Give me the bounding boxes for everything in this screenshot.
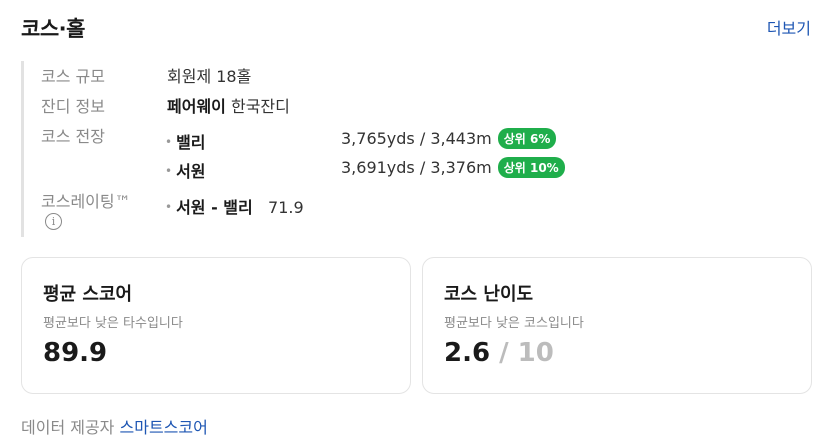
course-rating-label: 코스레이팅™ <box>41 192 131 211</box>
bullet-icon: • <box>165 164 173 178</box>
rating-value: 71.9 <box>268 198 304 217</box>
course-yardage: 3,691yds / 3,376m 상위 10% <box>341 157 565 179</box>
course-name: 서원 <box>176 162 206 181</box>
course-info-list: 코스 규모 회원제 18홀 잔디 정보 페어웨이 한국잔디 코스 전장 • 밸리 … <box>21 61 581 237</box>
card-title: 평균 스코어 <box>43 284 133 305</box>
yardage-text: 3,765yds / 3,443m <box>341 129 492 148</box>
info-icon[interactable]: i <box>45 213 62 230</box>
data-provider-footer: 데이터 제공자 스마트스코어 <box>21 414 208 438</box>
yardage-text: 3,691yds / 3,376m <box>341 158 492 177</box>
grass-info-label: 잔디 정보 <box>41 97 105 116</box>
course-length-label: 코스 전장 <box>41 127 105 146</box>
card-subtitle: 평균보다 낮은 코스입니다 <box>444 316 584 331</box>
difficulty-card: 코스 난이도 평균보다 낮은 코스입니다 2.6 / 10 <box>422 257 812 394</box>
avg-score-card: 평균 스코어 평균보다 낮은 타수입니다 89.9 <box>21 257 411 394</box>
card-subtitle: 평균보다 낮은 타수입니다 <box>43 316 183 331</box>
difficulty-max: / 10 <box>499 338 554 368</box>
rating-course-name: 서원 - 밸리 <box>176 198 253 217</box>
course-yardage: 3,765yds / 3,443m 상위 6% <box>341 128 557 150</box>
difficulty-score: 2.6 <box>444 338 491 368</box>
section-title: 코스·홀 <box>21 17 85 41</box>
provider-link[interactable]: 스마트스코어 <box>120 418 208 437</box>
card-title: 코스 난이도 <box>444 284 534 305</box>
avg-score-value: 89.9 <box>43 338 108 368</box>
course-size-label: 코스 규모 <box>41 67 105 86</box>
rank-badge: 상위 10% <box>497 157 565 178</box>
bullet-icon: • <box>165 135 173 149</box>
difficulty-value: 2.6 / 10 <box>444 338 554 368</box>
rank-badge: 상위 6% <box>497 128 557 149</box>
section-header: 코스·홀 더보기 <box>21 11 811 43</box>
more-link[interactable]: 더보기 <box>767 15 811 39</box>
grass-info-value: 페어웨이 한국잔디 <box>167 93 290 117</box>
bullet-icon: • <box>165 200 173 214</box>
fairway-label: 페어웨이 <box>167 97 226 116</box>
course-size-value: 회원제 18홀 <box>167 67 252 86</box>
grass-type: 한국잔디 <box>230 97 290 116</box>
course-name: 밸리 <box>176 133 206 152</box>
footer-prefix: 데이터 제공자 <box>21 418 115 437</box>
